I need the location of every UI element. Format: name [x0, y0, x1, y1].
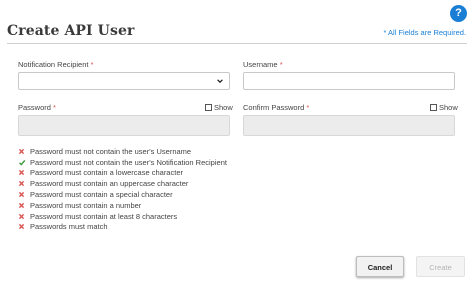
check-icon — [19, 159, 26, 166]
password-show-toggle[interactable]: Show — [205, 103, 233, 112]
chevron-down-icon — [217, 79, 223, 84]
confirm-password-show-checkbox[interactable] — [430, 104, 437, 111]
title-divider — [7, 43, 467, 44]
x-icon — [18, 224, 25, 230]
password-rule: Password must contain a number — [18, 200, 227, 211]
x-icon — [18, 148, 25, 154]
x-icon — [18, 202, 25, 208]
confirm-password-show-toggle[interactable]: Show — [430, 103, 458, 112]
password-label: Password * — [18, 103, 56, 112]
confirm-password-show-label: Show — [439, 103, 458, 112]
password-show-checkbox[interactable] — [205, 104, 212, 111]
username-label: Username * — [243, 60, 283, 69]
x-icon — [18, 213, 25, 219]
x-icon — [18, 191, 25, 198]
help-button[interactable]: ? — [450, 5, 467, 22]
password-rule: Passwords must match — [18, 222, 227, 233]
notification-recipient-label: Notification Recipient * — [18, 60, 94, 69]
password-rule: Password must contain a lowercase charac… — [18, 168, 227, 179]
password-input[interactable] — [18, 115, 230, 136]
required-fields-note: * All Fields are Required. — [383, 28, 466, 37]
password-rule: Password must contain an uppercase chara… — [18, 178, 227, 189]
password-rule: Password must contain a special characte… — [18, 189, 227, 200]
password-rule: Password must not contain the user's Use… — [18, 146, 227, 157]
password-show-label: Show — [214, 103, 233, 112]
x-icon — [18, 170, 25, 176]
password-rule: Password must not contain the user's Not… — [18, 157, 227, 168]
confirm-password-label: Confirm Password * — [243, 103, 310, 112]
password-rules-list: Password must not contain the user's Use… — [18, 146, 227, 232]
page-title: Create API User — [7, 23, 135, 39]
create-button[interactable]: Create — [416, 256, 465, 277]
notification-recipient-select[interactable] — [18, 72, 230, 90]
cancel-button[interactable]: Cancel — [356, 256, 404, 277]
username-input[interactable] — [243, 72, 455, 90]
confirm-password-input[interactable] — [243, 115, 455, 136]
password-rule: Password must contain at least 8 charact… — [18, 211, 227, 222]
x-icon — [18, 181, 25, 187]
